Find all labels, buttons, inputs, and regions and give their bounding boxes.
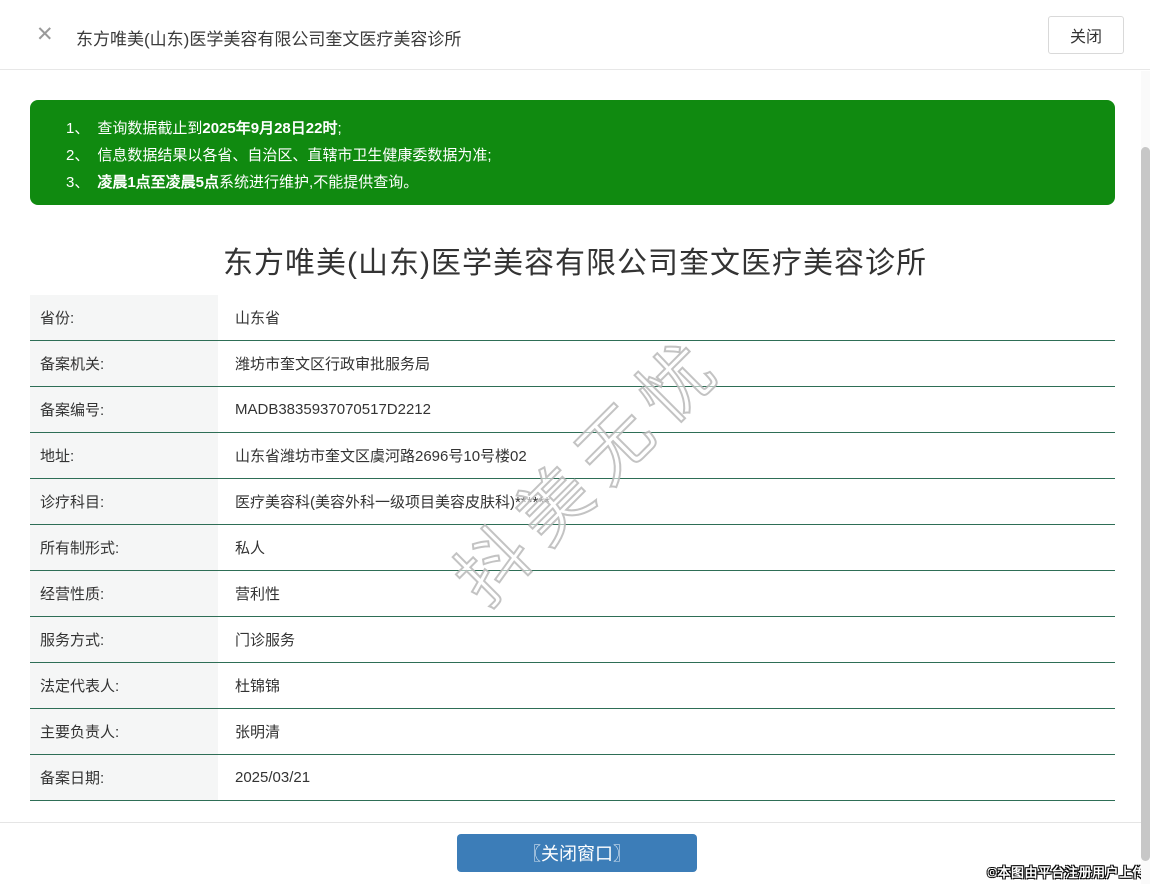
row-value: 营利性: [218, 571, 1115, 616]
table-row: 诊疗科目: 医疗美容科(美容外科一级项目美容皮肤科)******: [30, 479, 1115, 525]
notice-text: 系统进行维护,不能提供查询。: [219, 174, 418, 191]
table-row: 备案编号: MADB3835937070517D2212: [30, 387, 1115, 433]
row-label: 法定代表人:: [30, 663, 218, 708]
info-table: 省份: 山东省 备案机关: 潍坊市奎文区行政审批服务局 备案编号: MADB38…: [30, 295, 1115, 801]
row-label: 所有制形式:: [30, 525, 218, 570]
row-value: 2025/03/21: [218, 755, 1115, 800]
notice-text-bold: 2025年9月28日22时: [202, 120, 337, 137]
close-window-button[interactable]: 〖关闭窗口〗: [457, 834, 697, 872]
notice-banner: 1、查询数据截止到2025年9月28日22时; 2、信息数据结果以各省、自治区、…: [30, 100, 1115, 205]
row-value: 山东省潍坊市奎文区虞河路2696号10号楼02: [218, 433, 1115, 478]
table-row: 所有制形式: 私人: [30, 525, 1115, 571]
table-row: 服务方式: 门诊服务: [30, 617, 1115, 663]
table-row: 地址: 山东省潍坊市奎文区虞河路2696号10号楼02: [30, 433, 1115, 479]
table-row: 省份: 山东省: [30, 295, 1115, 341]
table-row: 备案日期: 2025/03/21: [30, 755, 1115, 801]
row-label: 地址:: [30, 433, 218, 478]
window-title: 东方唯美(山东)医学美容有限公司奎文医疗美容诊所: [76, 25, 461, 50]
notice-line-number: 1、: [66, 120, 89, 137]
table-row: 法定代表人: 杜锦锦: [30, 663, 1115, 709]
scrollbar-track[interactable]: [1141, 71, 1150, 884]
window-titlebar: ✕ 东方唯美(山东)医学美容有限公司奎文医疗美容诊所 关闭: [0, 0, 1150, 70]
row-value: 潍坊市奎文区行政审批服务局: [218, 341, 1115, 386]
notice-line-number: 3、: [66, 174, 89, 191]
notice-line-3: 3、凌晨1点至凌晨5点系统进行维护,不能提供查询。: [66, 169, 1095, 196]
notice-line-number: 2、: [66, 147, 89, 164]
close-button[interactable]: 关闭: [1048, 16, 1124, 54]
notice-text: ;: [337, 120, 341, 137]
notice-text: 信息数据结果以各省、自治区、直辖市卫生健康委数据为准;: [97, 147, 491, 164]
row-value: 私人: [218, 525, 1115, 570]
copyright-note: ©本图由平台注册用户上传: [987, 862, 1146, 881]
table-row: 经营性质: 营利性: [30, 571, 1115, 617]
row-label: 省份:: [30, 295, 218, 340]
row-label: 备案编号:: [30, 387, 218, 432]
row-label: 备案日期:: [30, 755, 218, 800]
notice-text-bold: 凌晨1点至凌晨5点: [97, 174, 219, 191]
row-label: 诊疗科目:: [30, 479, 218, 524]
row-value: 门诊服务: [218, 617, 1115, 662]
row-label: 备案机关:: [30, 341, 218, 386]
table-row: 备案机关: 潍坊市奎文区行政审批服务局: [30, 341, 1115, 387]
scrollbar-thumb[interactable]: [1141, 147, 1150, 861]
row-label: 主要负责人:: [30, 709, 218, 754]
close-icon[interactable]: ✕: [36, 22, 54, 48]
bottom-divider: [0, 822, 1150, 823]
row-label: 服务方式:: [30, 617, 218, 662]
notice-text: 查询数据截止到: [97, 120, 202, 137]
row-label: 经营性质:: [30, 571, 218, 616]
row-value: 杜锦锦: [218, 663, 1115, 708]
row-value: 医疗美容科(美容外科一级项目美容皮肤科)******: [218, 479, 1115, 524]
table-row: 主要负责人: 张明清: [30, 709, 1115, 755]
notice-line-1: 1、查询数据截止到2025年9月28日22时;: [66, 115, 1095, 142]
row-value: MADB3835937070517D2212: [218, 387, 1115, 432]
page-title: 东方唯美(山东)医学美容有限公司奎文医疗美容诊所: [0, 238, 1150, 282]
row-value: 张明清: [218, 709, 1115, 754]
notice-line-2: 2、信息数据结果以各省、自治区、直辖市卫生健康委数据为准;: [66, 142, 1095, 169]
row-value: 山东省: [218, 295, 1115, 340]
